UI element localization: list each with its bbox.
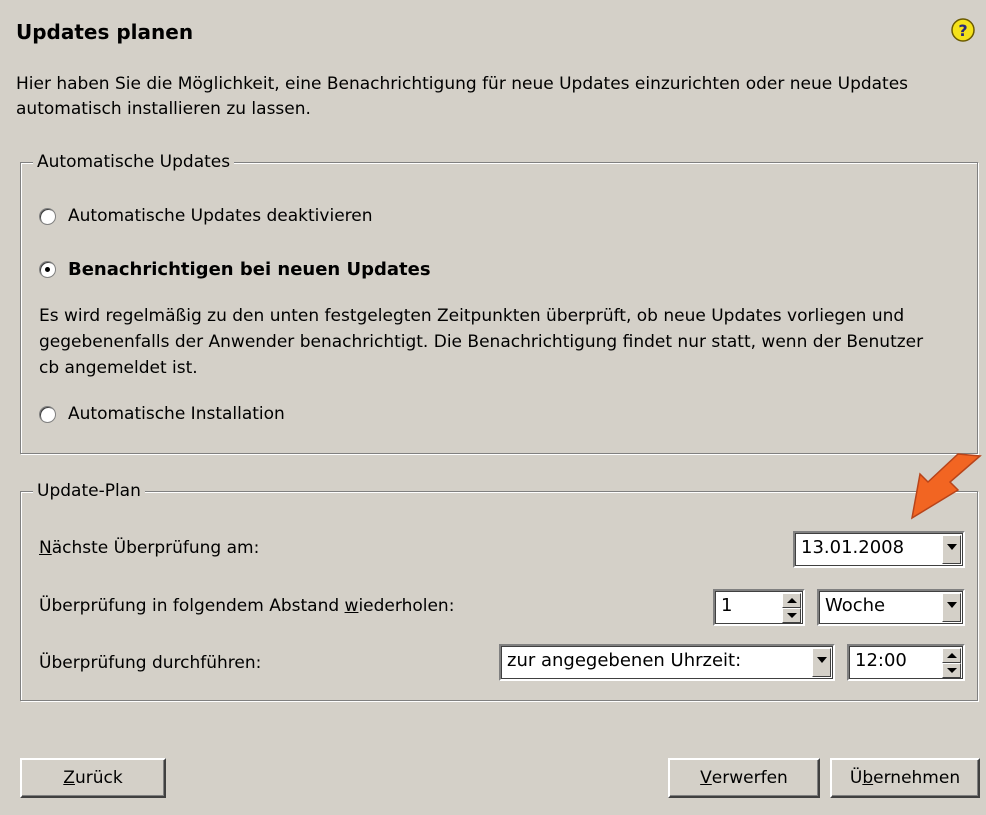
apply-button[interactable]: Üb ernehmen — [830, 758, 980, 798]
radio-auto-install[interactable]: Automatische Installation — [39, 404, 285, 424]
svg-text:?: ? — [958, 21, 967, 40]
arrow-up-icon — [787, 598, 797, 603]
annotation-arrow-icon — [910, 453, 982, 520]
next-check-date-picker[interactable]: 13.01.2008 — [793, 531, 965, 568]
time-up-button[interactable] — [942, 648, 961, 663]
perform-label: Überprüfung durchführen: — [39, 653, 262, 673]
notify-description: Es wird regelmäßig zu den unten festgele… — [39, 306, 924, 378]
time-down-button[interactable] — [942, 663, 961, 678]
chevron-down-icon — [947, 544, 957, 550]
radio-button[interactable] — [39, 207, 56, 225]
radio-deactivate[interactable]: Automatische Updates deaktivieren — [39, 206, 373, 226]
time-spinbox[interactable]: 12:00 — [847, 644, 965, 681]
chevron-down-icon — [817, 657, 827, 663]
next-check-date-value: 13.01.2008 — [801, 537, 905, 558]
interval-unit-select[interactable]: Woche — [817, 589, 965, 626]
interval-value: 1 — [721, 595, 733, 616]
auto-updates-group: Automatische Updates Automatische Update… — [20, 150, 978, 454]
mode-dropdown-button[interactable] — [812, 648, 831, 677]
radio-label: Benachrichtigen bei neuen Updates — [68, 259, 431, 280]
interval-spinbox[interactable]: 1 — [713, 589, 805, 626]
radio-notify[interactable]: Benachrichtigen bei neuen Updates — [39, 259, 431, 280]
perform-mode-value: zur angegebenen Uhrzeit: — [507, 650, 742, 671]
date-dropdown-button[interactable] — [942, 535, 961, 564]
update-plan-legend: Update-Plan — [33, 479, 145, 503]
perform-mode-select[interactable]: zur angegebenen Uhrzeit: — [499, 644, 835, 681]
help-question-icon[interactable]: ? — [950, 17, 976, 43]
discard-button[interactable]: Verwerfen — [668, 758, 820, 798]
unit-dropdown-button[interactable] — [942, 593, 961, 622]
spin-down-button[interactable] — [782, 608, 801, 623]
interval-unit-value: Woche — [825, 595, 886, 616]
arrow-down-icon — [947, 668, 957, 673]
radio-label: Automatische Updates deaktivieren — [68, 206, 373, 226]
repeat-label: Überprüfung in folgendem Abstand wiederh… — [39, 596, 455, 616]
time-value: 12:00 — [855, 650, 907, 671]
radio-button[interactable] — [39, 405, 56, 423]
chevron-down-icon — [947, 602, 957, 608]
spin-up-button[interactable] — [782, 593, 801, 608]
back-button[interactable]: Zurück — [20, 758, 166, 798]
page-title: Updates planen — [16, 20, 194, 44]
arrow-up-icon — [947, 653, 957, 658]
auto-updates-legend: Automatische Updates — [33, 150, 235, 174]
radio-button-selected[interactable] — [39, 261, 56, 278]
intro-text: Hier haben Sie die Möglichkeit, eine Ben… — [16, 74, 909, 119]
update-plan-group: Update-Plan Nächste Überprüfung am: 13.0… — [20, 479, 978, 701]
arrow-down-icon — [787, 613, 797, 618]
next-check-label: Nächste Überprüfung am: — [39, 538, 260, 558]
radio-label: Automatische Installation — [68, 404, 285, 424]
